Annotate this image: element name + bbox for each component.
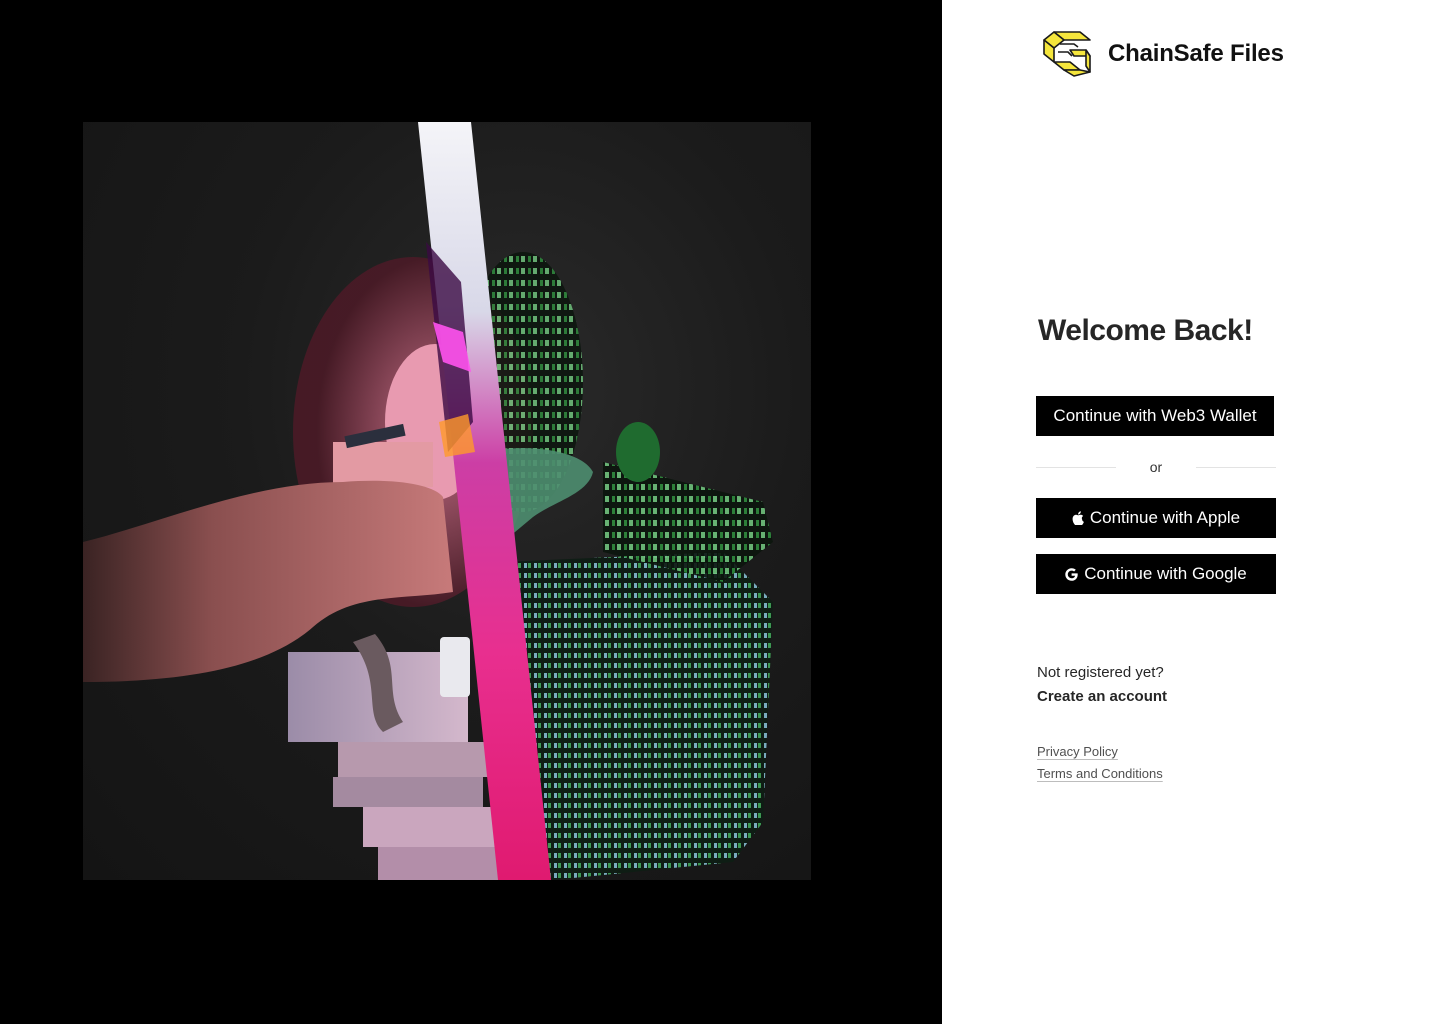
artwork-panel: [0, 0, 942, 1024]
signup-prompt: Not registered yet?: [1037, 664, 1164, 681]
divider-line-left: [1036, 467, 1116, 468]
privacy-policy-link[interactable]: Privacy Policy: [1037, 744, 1118, 759]
divider-or-text: or: [1149, 459, 1163, 475]
create-account-link[interactable]: Create an account: [1037, 688, 1167, 705]
continue-google-button[interactable]: Continue with Google: [1036, 554, 1276, 594]
hero-artwork-image: [83, 122, 811, 880]
divider-line-right: [1196, 467, 1276, 468]
page-title: Welcome Back!: [1038, 314, 1253, 347]
brand-name: ChainSafe Files: [1108, 40, 1284, 67]
apple-button-label: Continue with Apple: [1089, 508, 1241, 527]
chainsafe-logo-icon: [1043, 31, 1091, 77]
web3-button-label: Continue with Web3 Wallet: [1053, 406, 1257, 425]
apple-icon: [1072, 511, 1084, 525]
continue-web3-wallet-button[interactable]: Continue with Web3 Wallet: [1036, 396, 1274, 436]
login-panel: ChainSafe Files Welcome Back! Continue w…: [942, 0, 1440, 1024]
login-page: ChainSafe Files Welcome Back! Continue w…: [0, 0, 1440, 1024]
google-icon: [1065, 567, 1078, 581]
brand-header: ChainSafe Files: [1040, 28, 1284, 80]
terms-and-conditions-link[interactable]: Terms and Conditions: [1037, 766, 1163, 781]
continue-apple-button[interactable]: Continue with Apple: [1036, 498, 1276, 538]
google-button-label: Continue with Google: [1084, 564, 1247, 583]
